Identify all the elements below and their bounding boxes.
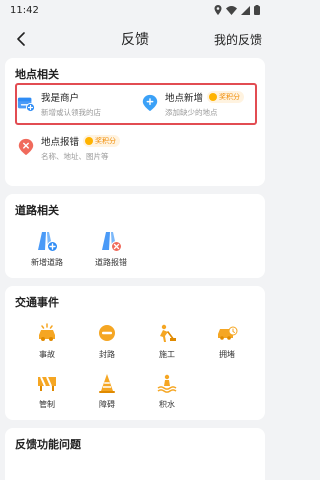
congestion-icon: [218, 326, 238, 340]
obstacle-item[interactable]: 障碍: [77, 372, 137, 410]
location-section: 地点相关 我是商户 新增或认领我的店 地点新增 奖积分 添加缺少的地点 地点报错…: [5, 58, 265, 186]
accident-item[interactable]: 事故: [17, 322, 77, 360]
construction-icon: [160, 324, 176, 342]
obstacle-icon: [99, 374, 115, 393]
grid-label: 拥堵: [219, 350, 235, 359]
traffic-section: 交通事件 事故 封路 施工 拥堵 管制 障碍 积水: [5, 286, 265, 420]
badge-label: 奖积分: [219, 93, 241, 101]
signal-icon: [241, 5, 250, 15]
location-error-item[interactable]: 地点报错 奖积分 名称、地址、图片等: [17, 134, 121, 162]
function-feedback-section: 反馈功能问题: [5, 428, 265, 480]
grid-label: 积水: [159, 400, 175, 409]
grid-label: 障碍: [99, 400, 115, 409]
grid-label: 管制: [39, 400, 55, 409]
add-location-item[interactable]: 地点新增 奖积分 添加缺少的地点: [141, 90, 245, 118]
item-desc: 添加缺少的地点: [165, 108, 218, 117]
grid-label: 新增道路: [31, 258, 63, 267]
grid-label: 封路: [99, 350, 115, 359]
points-badge: 奖积分: [207, 91, 245, 103]
grid-label: 事故: [39, 350, 55, 359]
location-status-icon: [214, 5, 222, 15]
road-closed-item[interactable]: 封路: [77, 322, 137, 360]
coin-icon: [85, 137, 94, 145]
battery-icon: [254, 5, 260, 15]
item-name: 地点新增: [165, 93, 204, 104]
road-error-item[interactable]: 道路报错: [79, 230, 143, 268]
control-icon: [38, 376, 56, 391]
my-feedback-link[interactable]: 我的反馈: [214, 31, 262, 48]
flooding-icon: [157, 374, 177, 393]
road-error-icon: [102, 232, 122, 252]
add-road-item[interactable]: 新增道路: [15, 230, 79, 268]
road-closed-icon: [99, 325, 115, 341]
page-title: 反馈: [121, 32, 149, 48]
accident-icon: [39, 323, 55, 341]
points-badge: 奖积分: [83, 135, 121, 147]
grid-label: 道路报错: [95, 258, 127, 267]
wifi-icon: [226, 5, 237, 15]
control-item[interactable]: 管制: [17, 372, 77, 410]
section-title: 交通事件: [15, 296, 59, 309]
flooding-item[interactable]: 积水: [137, 372, 197, 410]
title-bar: 反馈 我的反馈: [0, 20, 270, 58]
section-title: 地点相关: [15, 68, 59, 81]
item-desc: 名称、地址、图片等: [41, 152, 109, 161]
section-title: 反馈功能问题: [15, 438, 81, 451]
shop-owner-item[interactable]: 我是商户 新增或认领我的店: [17, 90, 101, 118]
status-icons: [214, 5, 260, 15]
location-error-icon: [18, 138, 34, 156]
road-add-icon: [38, 232, 58, 252]
badge-label: 奖积分: [95, 137, 117, 145]
section-title: 道路相关: [15, 204, 59, 217]
back-button[interactable]: [10, 28, 32, 50]
shop-add-icon: [17, 97, 35, 112]
grid-label: 施工: [159, 350, 175, 359]
item-desc: 新增或认领我的店: [41, 108, 101, 117]
road-section: 道路相关 新增道路 道路报错: [5, 194, 265, 278]
item-name: 我是商户: [41, 93, 80, 104]
status-bar: 11:42: [0, 0, 270, 20]
status-time: 11:42: [10, 4, 39, 16]
location-add-icon: [142, 94, 158, 112]
construction-item[interactable]: 施工: [137, 322, 197, 360]
congestion-item[interactable]: 拥堵: [197, 322, 257, 360]
coin-icon: [209, 93, 218, 101]
chevron-left-icon: [17, 32, 25, 46]
item-name: 地点报错: [41, 137, 80, 148]
